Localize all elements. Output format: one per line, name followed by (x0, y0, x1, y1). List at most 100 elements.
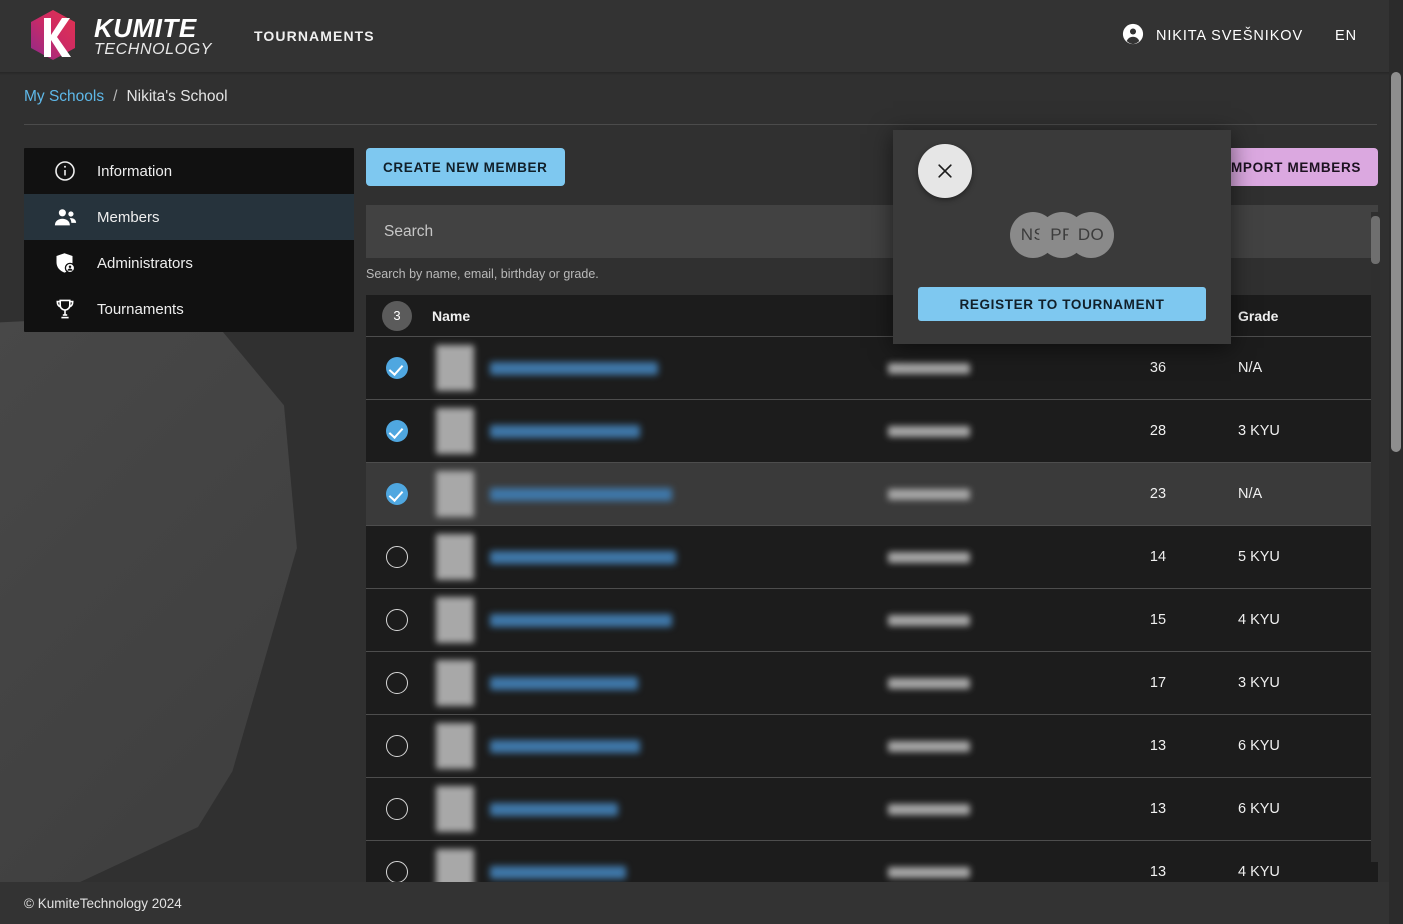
table-row[interactable]: 173 KYU (366, 652, 1378, 715)
school-sidebar: Information Members (24, 148, 354, 332)
circle-outline-icon (386, 672, 408, 694)
table-row[interactable]: 136 KYU (366, 778, 1378, 841)
row-select-checkbox[interactable] (366, 357, 428, 379)
member-grade-cell: 3 KYU (1218, 675, 1378, 691)
member-birthday-label (888, 678, 970, 689)
member-name-label (490, 614, 672, 627)
avatar (436, 471, 474, 517)
table-row[interactable]: 145 KYU (366, 526, 1378, 589)
shield-user-icon (52, 250, 78, 276)
member-name-cell[interactable] (428, 408, 888, 454)
member-name-cell[interactable] (428, 597, 888, 643)
sidebar-item-information[interactable]: Information (24, 148, 354, 194)
brand-logo[interactable]: KUMITE TECHNOLOGY (24, 7, 212, 65)
member-name-cell[interactable] (428, 723, 888, 769)
member-grade-cell: 4 KYU (1218, 612, 1378, 628)
member-age-cell: 36 (1098, 360, 1218, 376)
close-icon[interactable] (918, 144, 972, 198)
member-birthday-label (888, 552, 970, 563)
table-row[interactable]: 154 KYU (366, 589, 1378, 652)
member-name-cell[interactable] (428, 534, 888, 580)
member-birthday-label (888, 615, 970, 626)
member-birthday-label (888, 489, 970, 500)
row-select-checkbox[interactable] (366, 546, 428, 568)
member-birthday-cell (888, 741, 1098, 752)
trophy-icon (52, 296, 78, 322)
member-grade-cell: 3 KYU (1218, 423, 1378, 439)
member-grade-cell: N/A (1218, 486, 1378, 502)
table-row[interactable]: 23N/A (366, 463, 1378, 526)
member-birthday-cell (888, 615, 1098, 626)
avatar (436, 597, 474, 643)
circle-outline-icon (386, 861, 408, 883)
avatar (436, 345, 474, 391)
table-row[interactable]: 136 KYU (366, 715, 1378, 778)
member-age-cell: 13 (1098, 801, 1218, 817)
row-select-checkbox[interactable] (366, 798, 428, 820)
check-circle-filled-icon (386, 420, 408, 442)
language-selector[interactable]: EN (1335, 28, 1357, 44)
page-scrollbar-track[interactable] (1389, 0, 1403, 924)
circle-outline-icon (386, 798, 408, 820)
column-header-grade[interactable]: Grade (1218, 308, 1378, 324)
selected-count-badge: 3 (382, 301, 412, 331)
circle-outline-icon (386, 735, 408, 757)
row-select-checkbox[interactable] (366, 420, 428, 442)
user-menu[interactable]: NIKITA SVEŠNIKOV (1122, 23, 1303, 50)
member-age-cell: 13 (1098, 864, 1218, 880)
member-name-label (490, 740, 640, 753)
table-scrollbar-track[interactable] (1371, 212, 1380, 862)
member-birthday-cell (888, 489, 1098, 500)
breadcrumb-current-school: Nikita's School (126, 88, 227, 106)
column-header-name[interactable]: Name (428, 308, 888, 324)
check-circle-filled-icon (386, 483, 408, 505)
table-row[interactable]: 283 KYU (366, 400, 1378, 463)
circle-outline-icon (386, 546, 408, 568)
avatar (436, 660, 474, 706)
member-birthday-cell (888, 804, 1098, 815)
info-circle-icon (52, 158, 78, 184)
header-shadow (0, 72, 1389, 75)
people-icon (52, 204, 78, 230)
member-name-cell[interactable] (428, 345, 888, 391)
register-tournament-popover: NSPPDO REGISTER TO TOURNAMENT (893, 130, 1231, 344)
member-grade-cell: N/A (1218, 360, 1378, 376)
member-name-cell[interactable] (428, 660, 888, 706)
row-select-checkbox[interactable] (366, 861, 428, 883)
member-age-cell: 17 (1098, 675, 1218, 691)
row-select-checkbox[interactable] (366, 735, 428, 757)
brand-name-secondary: TECHNOLOGY (94, 42, 212, 58)
members-table: 3 Name Grade 36N/A283 KYU23N/A145 KYU154… (366, 295, 1378, 904)
app-header: KUMITE TECHNOLOGY TOURNAMENTS NIKITA SVE… (0, 0, 1389, 72)
row-select-checkbox[interactable] (366, 672, 428, 694)
register-to-tournament-button[interactable]: REGISTER TO TOURNAMENT (918, 287, 1206, 321)
check-circle-filled-icon (386, 357, 408, 379)
member-name-label (490, 362, 658, 375)
breadcrumb: My Schools / Nikita's School (24, 88, 228, 106)
member-avatar[interactable]: DO (1068, 212, 1114, 258)
row-select-checkbox[interactable] (366, 483, 428, 505)
sidebar-item-administrators[interactable]: Administrators (24, 240, 354, 286)
avatar (436, 786, 474, 832)
member-name-cell[interactable] (428, 471, 888, 517)
avatar (436, 534, 474, 580)
row-select-checkbox[interactable] (366, 609, 428, 631)
member-birthday-label (888, 363, 970, 374)
member-name-label (490, 803, 618, 816)
sidebar-item-tournaments[interactable]: Tournaments (24, 286, 354, 332)
select-all-cell[interactable]: 3 (366, 301, 428, 331)
nav-item-tournaments[interactable]: TOURNAMENTS (254, 28, 375, 44)
sidebar-item-members[interactable]: Members (24, 194, 354, 240)
sidebar-item-label: Administrators (97, 255, 193, 272)
breadcrumb-link-my-schools[interactable]: My Schools (24, 88, 104, 106)
breadcrumb-divider (24, 124, 1377, 125)
member-name-cell[interactable] (428, 786, 888, 832)
member-age-cell: 23 (1098, 486, 1218, 502)
table-scrollbar-thumb[interactable] (1371, 216, 1380, 264)
import-members-button[interactable]: IMPORT MEMBERS (1210, 148, 1378, 186)
table-row[interactable]: 36N/A (366, 337, 1378, 400)
member-age-cell: 13 (1098, 738, 1218, 754)
create-new-member-button[interactable]: CREATE NEW MEMBER (366, 148, 565, 186)
member-grade-cell: 5 KYU (1218, 549, 1378, 565)
page-scrollbar-thumb[interactable] (1391, 72, 1401, 452)
